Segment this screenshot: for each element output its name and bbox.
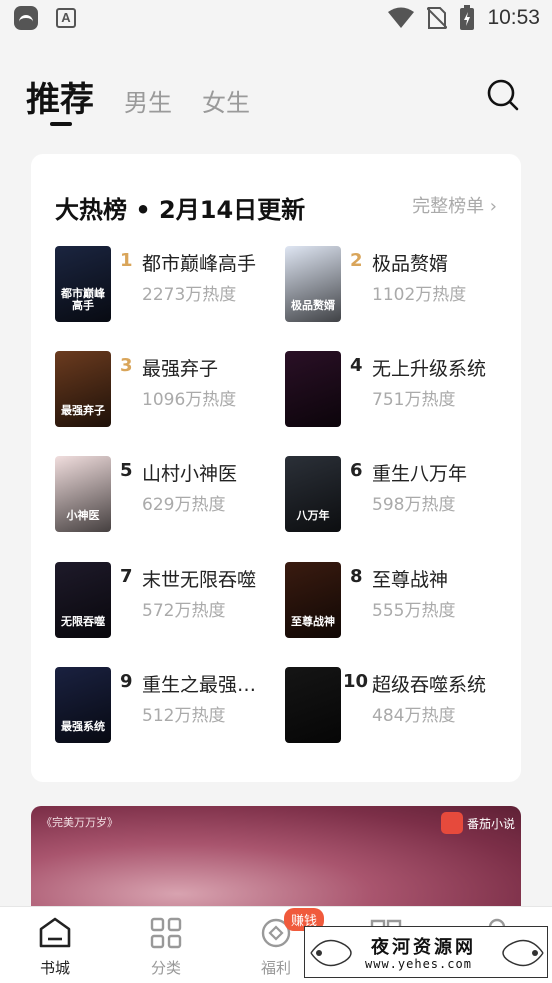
book-title[interactable]: 重生八万年 [372,459,467,486]
book-cover[interactable]: 最强弃子 [55,351,111,427]
game-controller-icon [14,6,38,30]
full-ranking-link[interactable]: 完整榜单 › [412,192,497,218]
book-cover[interactable] [285,351,341,427]
book-heat: 555万热度 [372,601,456,621]
tab-recommend[interactable]: 推荐 [26,72,94,126]
ranking-book-item[interactable]: 极品赘婿 2 极品赘婿 1102万热度 [285,246,515,326]
tab-male[interactable]: 男生 [124,83,172,118]
book-cover-text: 无限吞噬 [61,615,105,628]
book-heat: 598万热度 [372,495,456,515]
book-rank: 6 [350,460,363,481]
ranking-book-item[interactable]: 至尊战神 8 至尊战神 555万热度 [285,562,515,642]
book-rank: 10 [343,671,369,692]
book-title[interactable]: 极品赘婿 [372,249,448,276]
no-sim-icon [427,7,448,29]
book-title[interactable]: 重生之最强… [142,670,256,697]
book-rank: 5 [120,460,133,481]
book-title[interactable]: 至尊战神 [372,565,448,592]
ranking-title: 大热榜 • 2月14日更新 [55,196,306,224]
book-cover-text: 八万年 [296,509,330,522]
book-heat: 1096万热度 [142,390,237,410]
book-cover-text: 最强系统 [61,720,105,733]
ranking-book-item[interactable]: 4 无上升级系统 751万热度 [285,351,515,431]
book-cover[interactable] [285,667,341,743]
ranking-book-item[interactable]: 小神医 5 山村小神医 629万热度 [55,456,285,536]
book-title[interactable]: 山村小神医 [142,459,237,486]
tab-female[interactable]: 女生 [202,83,250,118]
status-bar: A 10:53 [0,0,552,38]
book-title[interactable]: 最强弃子 [142,354,218,381]
nav-category[interactable]: 分类 [136,917,196,978]
book-heat: 1102万热度 [372,285,467,305]
banner-quote: 《完美万万岁》 [41,816,118,829]
book-cover[interactable]: 都市巅峰高手 [55,246,111,322]
book-cover[interactable]: 最强系统 [55,667,111,743]
book-title[interactable]: 都市巅峰高手 [142,249,256,276]
book-heat: 629万热度 [142,495,226,515]
nav-category-label: 分类 [150,959,181,977]
site-watermark: 夜河资源网 www.yehes.com [304,926,548,978]
active-tab-indicator [50,122,72,126]
book-rank: 9 [120,671,133,692]
book-cover[interactable]: 至尊战神 [285,562,341,638]
book-title[interactable]: 无上升级系统 [372,354,486,381]
book-cover-text: 都市巅峰高手 [61,287,105,312]
nav-bookstore[interactable]: 书城 [25,917,85,978]
tab-recommend-label: 推荐 [26,80,94,120]
watermark-url: www.yehes.com [365,957,472,971]
book-heat: 2273万热度 [142,285,237,305]
search-icon[interactable] [486,78,520,112]
book-cover[interactable]: 八万年 [285,456,341,532]
app-notification-icon: A [56,8,76,28]
status-time: 10:53 [487,6,540,29]
category-tabs: 推荐 男生 女生 [26,72,250,126]
book-title[interactable]: 超级吞噬系统 [372,670,486,697]
banner-brand: 番茄小说 [440,812,515,834]
book-heat: 751万热度 [372,390,456,410]
book-rank: 2 [350,250,363,271]
ranking-book-item[interactable]: 八万年 6 重生八万年 598万热度 [285,456,515,536]
promo-banner[interactable]: 《完美万万岁》 番茄小说 [31,806,521,916]
book-heat: 512万热度 [142,706,226,726]
book-cover-text: 小神医 [66,509,100,522]
book-rank: 4 [350,355,363,376]
book-cover-text: 最强弃子 [61,404,105,417]
grid-icon [150,917,182,949]
book-heat: 572万热度 [142,601,226,621]
nav-welfare-label: 福利 [260,959,291,977]
banner-brand-label: 番茄小说 [466,816,515,831]
nav-bookstore-label: 书城 [39,959,70,977]
ranking-book-item[interactable]: 无限吞噬 7 末世无限吞噬 572万热度 [55,562,285,642]
tomato-logo-icon [440,812,463,834]
book-cover[interactable]: 无限吞噬 [55,562,111,638]
book-cover-text: 极品赘婿 [291,299,335,312]
ranking-book-item[interactable]: 10 超级吞噬系统 484万热度 [285,667,515,747]
ranking-book-item[interactable]: 都市巅峰高手 1 都市巅峰高手 2273万热度 [55,246,285,326]
ranking-book-item[interactable]: 最强系统 9 重生之最强… 512万热度 [55,667,285,747]
hot-ranking-card: 大热榜 • 2月14日更新 完整榜单 › 都市巅峰高手 1 都市巅峰高手 2273万热… [31,154,521,782]
book-rank: 7 [120,566,133,587]
book-rank: 1 [120,250,133,271]
battery-icon [460,5,475,30]
book-title[interactable]: 末世无限吞噬 [142,565,256,592]
wifi-icon [388,7,415,28]
ranking-book-item[interactable]: 最强弃子 3 最强弃子 1096万热度 [55,351,285,431]
watermark-title: 夜河资源网 [371,937,476,958]
book-heat: 484万热度 [372,706,456,726]
book-cover[interactable]: 小神医 [55,456,111,532]
book-rank: 8 [350,566,363,587]
book-rank: 3 [120,355,133,376]
book-cover[interactable]: 极品赘婿 [285,246,341,322]
book-cover-text: 至尊战神 [291,615,335,628]
home-icon [39,917,71,948]
